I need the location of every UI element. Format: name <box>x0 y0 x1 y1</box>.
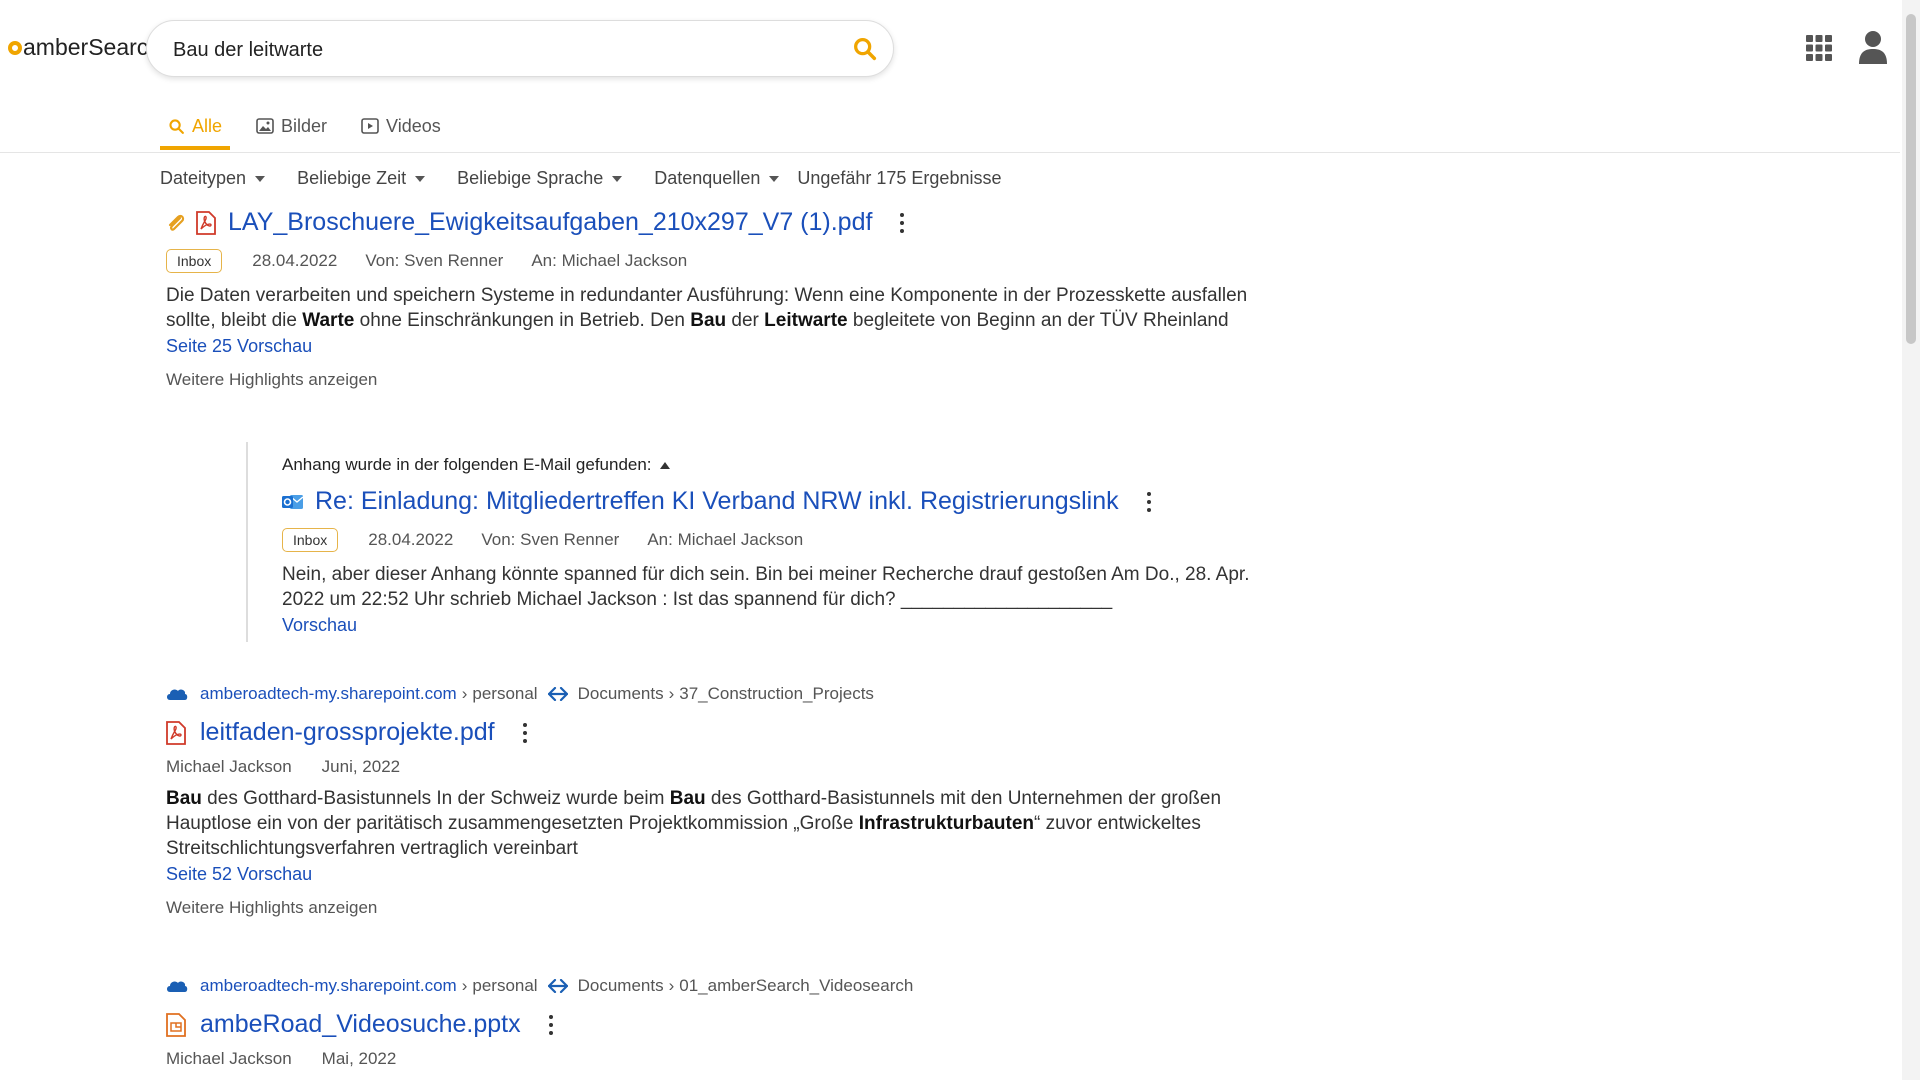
email-to: An: Michael Jackson <box>647 530 804 549</box>
tab-alle[interactable]: Alle <box>160 106 231 150</box>
breadcrumb-separator: › <box>461 976 468 995</box>
breadcrumb-folder: 37_Construction_Projects <box>679 684 874 703</box>
search-box <box>146 20 894 77</box>
tab-label: Bilder <box>281 115 328 136</box>
breadcrumb-domain[interactable]: amberoadtech-my.sharepoint.com <box>200 684 457 704</box>
result-count: Ungefähr 175 Ergebnisse <box>797 168 1002 188</box>
more-highlights-link[interactable]: Weitere Highlights anzeigen <box>166 898 377 917</box>
attachment-found-label: Anhang wurde in der folgenden E-Mail gef… <box>282 455 652 474</box>
breadcrumb-domain[interactable]: amberoadtech-my.sharepoint.com <box>200 976 457 996</box>
video-icon <box>361 118 379 134</box>
result-2: amberoadtech-my.sharepoint.com › persona… <box>166 684 1276 918</box>
breadcrumb-separator: › <box>461 684 468 703</box>
app-logo[interactable]: amberSearch <box>8 34 161 61</box>
search-icon[interactable] <box>851 35 879 63</box>
pdf-file-icon <box>166 720 186 745</box>
more-options-icon[interactable] <box>900 211 905 235</box>
email-snippet: Nein, aber dieser Anhang könnte spanned … <box>282 564 1250 610</box>
pptx-file-icon <box>166 1012 186 1037</box>
logo-ring-icon <box>8 40 22 55</box>
onedrive-cloud-icon <box>167 689 188 700</box>
filter-sprache[interactable]: Beliebige Sprache <box>457 168 623 189</box>
result-title-link[interactable]: LAY_Broschuere_Ewigkeitsaufgaben_210x297… <box>228 208 872 237</box>
scrollbar-thumb[interactable] <box>1906 14 1916 344</box>
filter-label: Beliebige Sprache <box>457 168 604 188</box>
more-highlights-link[interactable]: Weitere Highlights anzeigen <box>166 370 377 389</box>
breadcrumb-personal: personal <box>472 684 538 703</box>
result-snippet: Bau des Gotthard-Basistunnels In der Sch… <box>166 788 1222 859</box>
more-options-icon[interactable] <box>548 1013 553 1037</box>
caret-down-icon <box>769 175 780 182</box>
result-title-link[interactable]: ambeRoad_Videosuche.pptx <box>200 1010 521 1039</box>
result-date: 28.04.2022 <box>252 251 338 270</box>
attachment-email: Anhang wurde in der folgenden E-Mail gef… <box>282 455 1282 636</box>
caret-down-icon <box>612 175 623 182</box>
filter-label: Datenquellen <box>654 168 761 188</box>
result-from: Von: Sven Renner <box>365 251 504 270</box>
email-title-link[interactable]: Re: Einladung: Mitgliedertreffen KI Verb… <box>315 487 1119 516</box>
result-snippet: Die Daten verarbeiten und speichern Syst… <box>166 285 1248 331</box>
sync-arrows-icon <box>547 979 568 993</box>
result-3: amberoadtech-my.sharepoint.com › persona… <box>166 976 913 1069</box>
tab-bilder[interactable]: Bilder <box>248 106 335 146</box>
search-icon <box>169 118 184 134</box>
sync-arrows-icon <box>547 687 568 701</box>
breadcrumb-separator: › <box>668 976 675 995</box>
tab-divider <box>0 152 1900 153</box>
apps-grid-icon[interactable] <box>1806 35 1832 61</box>
source-badge: Inbox <box>166 249 223 273</box>
collapse-up-icon[interactable] <box>659 461 670 469</box>
filter-dateitypen[interactable]: Dateitypen <box>160 168 266 189</box>
onedrive-cloud-icon <box>167 981 188 992</box>
result-1: LAY_Broschuere_Ewigkeitsaufgaben_210x297… <box>166 208 1276 390</box>
more-options-icon[interactable] <box>1146 490 1151 514</box>
breadcrumb-separator: › <box>668 684 675 703</box>
result-to: An: Michael Jackson <box>531 251 688 270</box>
attachment-divider <box>246 442 248 642</box>
preview-link[interactable]: Vorschau <box>282 615 357 635</box>
breadcrumb: amberoadtech-my.sharepoint.com › persona… <box>166 684 1276 704</box>
result-author: Michael Jackson <box>166 757 292 776</box>
filter-datenquellen[interactable]: Datenquellen <box>654 168 780 189</box>
outlook-mail-icon <box>282 494 304 509</box>
filter-label: Beliebige Zeit <box>297 168 407 188</box>
source-badge: Inbox <box>282 528 339 552</box>
tab-label: Videos <box>386 115 441 136</box>
email-from: Von: Sven Renner <box>481 530 620 549</box>
more-options-icon[interactable] <box>522 721 527 745</box>
breadcrumb-folder: 01_amberSearch_Videosearch <box>679 976 914 995</box>
breadcrumb-personal: personal <box>472 976 538 995</box>
result-date: Mai, 2022 <box>321 1049 397 1068</box>
filter-zeit[interactable]: Beliebige Zeit <box>297 168 426 189</box>
user-icon[interactable] <box>1859 30 1887 64</box>
caret-down-icon <box>255 175 266 182</box>
logo-text: amberSearch <box>23 34 162 60</box>
page-preview-link[interactable]: Seite 52 Vorschau <box>166 864 312 884</box>
page-preview-link[interactable]: Seite 25 Vorschau <box>166 336 312 356</box>
breadcrumb: amberoadtech-my.sharepoint.com › persona… <box>166 976 913 996</box>
filter-label: Dateitypen <box>160 168 247 188</box>
search-input[interactable] <box>171 33 815 67</box>
result-date: Juni, 2022 <box>321 757 401 776</box>
caret-down-icon <box>415 175 426 182</box>
image-icon <box>256 118 274 134</box>
tab-videos[interactable]: Videos <box>353 106 449 146</box>
result-title-link[interactable]: leitfaden-grossprojekte.pdf <box>200 718 495 747</box>
pdf-file-icon <box>196 210 216 235</box>
breadcrumb-documents: Documents <box>577 684 664 703</box>
page-scrollbar[interactable] <box>1902 0 1920 1080</box>
filter-bar: Dateitypen Beliebige Zeit Beliebige Spra… <box>160 168 1001 189</box>
breadcrumb-documents: Documents <box>577 976 664 995</box>
email-date: 28.04.2022 <box>368 530 454 549</box>
tab-label: Alle <box>192 115 223 136</box>
paperclip-icon <box>168 214 185 231</box>
result-author: Michael Jackson <box>166 1049 292 1068</box>
search-tabs: Alle Bilder Videos <box>160 106 467 150</box>
